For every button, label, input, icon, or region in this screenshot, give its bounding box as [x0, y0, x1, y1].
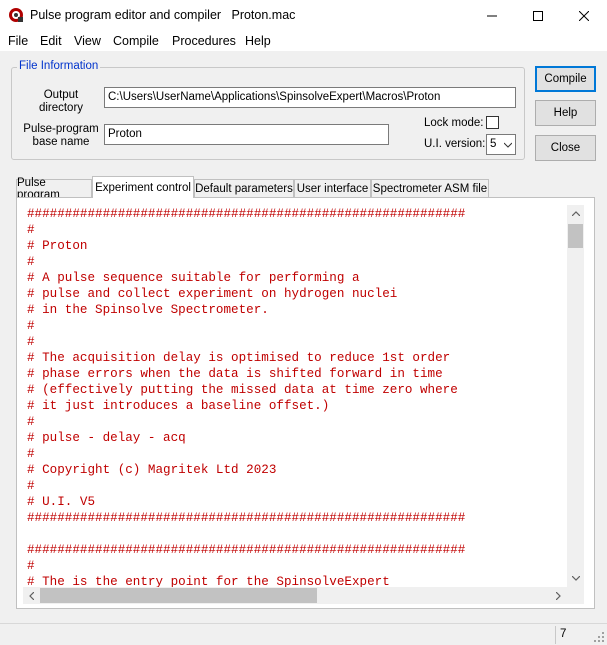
file-information-legend: File Information: [17, 60, 101, 72]
code-line: #: [27, 559, 35, 573]
base-name-label-line1: Pulse-program: [23, 123, 99, 135]
menu-procedures[interactable]: Procedures: [172, 34, 236, 48]
title-bar: Pulse program editor and compiler Proton…: [0, 0, 607, 31]
status-bar: 7: [0, 623, 607, 645]
tab-experiment-control[interactable]: Experiment control: [92, 176, 194, 198]
close-window-button[interactable]: [561, 0, 607, 31]
code-line: #: [27, 223, 35, 237]
output-directory-label-line2: directory: [38, 102, 84, 114]
menu-help[interactable]: Help: [245, 34, 271, 48]
chevron-up-icon: [571, 211, 580, 216]
help-button[interactable]: Help: [535, 100, 596, 126]
code-line: ########################################…: [27, 207, 466, 221]
tab-pulse-program[interactable]: Pulse program: [16, 177, 92, 201]
horizontal-scrollbar[interactable]: [23, 587, 567, 604]
code-line: # A pulse sequence suitable for performi…: [27, 271, 360, 285]
code-line: # it just introduces a baseline offset.): [27, 399, 330, 413]
menu-view[interactable]: View: [74, 34, 101, 48]
base-name-label: Pulse-program base name: [22, 123, 100, 149]
horizontal-scroll-thumb[interactable]: [40, 588, 317, 603]
menu-compile[interactable]: Compile: [113, 34, 159, 48]
vertical-scroll-thumb[interactable]: [568, 224, 583, 248]
code-line: # Proton: [27, 239, 88, 253]
ui-version-select[interactable]: 5: [486, 134, 516, 155]
code-line: ########################################…: [27, 511, 466, 525]
code-line: ########################################…: [27, 543, 466, 557]
status-divider: [555, 626, 556, 644]
close-button[interactable]: Close: [535, 135, 596, 161]
code-line: # The acquisition delay is optimised to …: [27, 351, 451, 365]
magritek-logo-icon: [9, 8, 23, 22]
scroll-left-button[interactable]: [23, 587, 40, 604]
code-line: #: [27, 255, 35, 269]
maximize-button[interactable]: [515, 0, 561, 31]
code-line: # in the Spinsolve Spectrometer.: [27, 303, 269, 317]
lock-mode-checkbox[interactable]: [486, 116, 499, 129]
base-name-label-line2: base name: [32, 136, 90, 148]
menu-bar: File Edit View Compile Procedures Help: [0, 31, 607, 51]
code-line: # (effectively putting the missed data a…: [27, 383, 458, 397]
tab-default-parameters[interactable]: Default parameters: [194, 179, 294, 197]
menu-file[interactable]: File: [8, 34, 28, 48]
base-name-field[interactable]: Proton: [104, 124, 389, 145]
scroll-up-button[interactable]: [567, 205, 584, 222]
chevron-left-icon: [29, 591, 34, 600]
code-line: # Copyright (c) Magritek Ltd 2023: [27, 463, 277, 477]
code-line: # pulse and collect experiment on hydrog…: [27, 287, 398, 301]
output-directory-label-line1: Output: [43, 89, 79, 101]
code-line: #: [27, 415, 35, 429]
compile-button[interactable]: Compile: [535, 66, 596, 92]
scrollbar-corner: [567, 587, 584, 604]
scroll-down-button[interactable]: [567, 570, 584, 587]
code-line: #: [27, 319, 35, 333]
maximize-icon: [533, 10, 543, 21]
tab-spectrometer-asm-file[interactable]: Spectrometer ASM file: [371, 179, 489, 197]
minimize-icon: [487, 15, 497, 16]
close-icon: [579, 10, 589, 21]
code-editor[interactable]: ########################################…: [23, 205, 569, 587]
code-line: #: [27, 335, 35, 349]
tab-user-interface[interactable]: User interface: [294, 179, 371, 197]
chevron-right-icon: [556, 591, 561, 600]
ui-version-label: U.I. version:: [424, 138, 486, 150]
scroll-right-button[interactable]: [550, 587, 567, 604]
code-line: #: [27, 479, 35, 493]
window-title: Pulse program editor and compiler Proton…: [30, 8, 296, 22]
resize-grip-icon[interactable]: [593, 631, 605, 643]
vertical-scrollbar[interactable]: [567, 205, 584, 587]
lock-mode-label: Lock mode:: [424, 117, 484, 129]
code-line: # The is the entry point for the Spinsol…: [27, 575, 390, 587]
code-line: # U.I. V5: [27, 495, 96, 509]
output-directory-label: Output directory: [30, 89, 92, 115]
code-line: # pulse - delay - acq: [27, 431, 186, 445]
menu-edit[interactable]: Edit: [40, 34, 62, 48]
status-value: 7: [560, 628, 567, 640]
output-directory-field[interactable]: C:\Users\UserName\Applications\Spinsolve…: [104, 87, 516, 108]
minimize-button[interactable]: [469, 0, 515, 31]
chevron-down-icon: [571, 576, 580, 581]
ui-version-value: 5: [490, 138, 497, 150]
code-line: # phase errors when the data is shifted …: [27, 367, 443, 381]
code-line: #: [27, 447, 35, 461]
chevron-down-icon: [504, 142, 512, 148]
